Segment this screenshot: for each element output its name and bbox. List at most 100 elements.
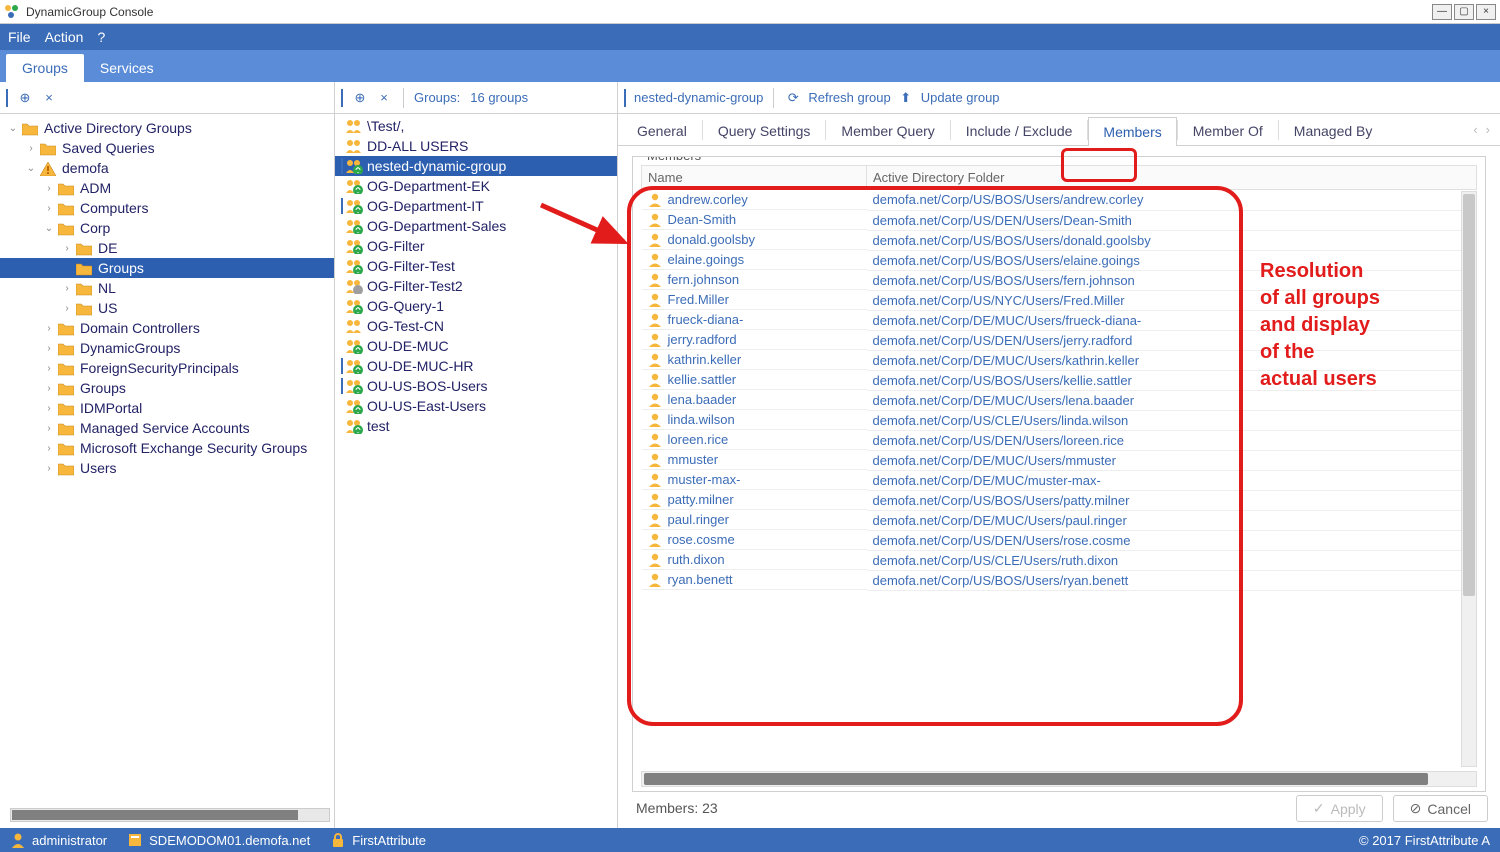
- tree-item[interactable]: ⌄demofa: [0, 158, 334, 178]
- tree-item[interactable]: ›US: [0, 298, 334, 318]
- table-row[interactable]: andrew.corleydemofa.net/Corp/US/BOS/User…: [642, 190, 1477, 211]
- expand-icon[interactable]: ›: [42, 201, 56, 215]
- table-row[interactable]: frueck-diana-demofa.net/Corp/DE/MUC/User…: [642, 310, 1477, 330]
- group-list-item[interactable]: OG-Department-EK: [335, 176, 617, 196]
- expand-icon[interactable]: ⌄: [24, 161, 38, 175]
- table-row[interactable]: elaine.goingsdemofa.net/Corp/US/BOS/User…: [642, 250, 1477, 270]
- group-list-item[interactable]: OU-US-BOS-Users: [335, 376, 617, 396]
- detail-tab[interactable]: Managed By: [1279, 116, 1388, 145]
- tree-item[interactable]: ›Groups: [0, 378, 334, 398]
- directory-tree[interactable]: ⌄Active Directory Groups›Saved Queries⌄d…: [0, 114, 334, 828]
- refresh-group-button[interactable]: Refresh group: [808, 90, 890, 105]
- expand-icon[interactable]: ›: [42, 421, 56, 435]
- members-vertical-scrollbar[interactable]: [1461, 191, 1477, 767]
- table-row[interactable]: donald.goolsbydemofa.net/Corp/US/BOS/Use…: [642, 230, 1477, 250]
- table-row[interactable]: jerry.radforddemofa.net/Corp/US/DEN/User…: [642, 330, 1477, 350]
- group-list-item[interactable]: OG-Test-CN: [335, 316, 617, 336]
- expand-icon[interactable]: ›: [42, 181, 56, 195]
- detail-tab[interactable]: Member Query: [826, 116, 949, 145]
- table-row[interactable]: kellie.sattlerdemofa.net/Corp/US/BOS/Use…: [642, 370, 1477, 390]
- column-header-name[interactable]: Name: [642, 166, 867, 190]
- tree-item[interactable]: ›Managed Service Accounts: [0, 418, 334, 438]
- group-list-item[interactable]: OG-Department-Sales: [335, 216, 617, 236]
- window-maximize-button[interactable]: ▢: [1454, 4, 1474, 20]
- tree-item[interactable]: ›NL: [0, 278, 334, 298]
- expand-icon[interactable]: ⌄: [6, 121, 20, 135]
- tab-scroll-left-icon[interactable]: ‹: [1473, 122, 1477, 137]
- groups-add-button[interactable]: ⊕: [351, 89, 369, 107]
- tree-item[interactable]: ›IDMPortal: [0, 398, 334, 418]
- tree-item[interactable]: ⌄Corp: [0, 218, 334, 238]
- tree-item[interactable]: ›ForeignSecurityPrincipals: [0, 358, 334, 378]
- members-horizontal-scrollbar[interactable]: [641, 771, 1477, 787]
- apply-button[interactable]: ✓Apply: [1296, 795, 1383, 822]
- group-list-item[interactable]: OG-Query-1: [335, 296, 617, 316]
- detail-tab[interactable]: Query Settings: [703, 116, 826, 145]
- group-list-item[interactable]: OG-Filter-Test2: [335, 276, 617, 296]
- group-list-item[interactable]: OG-Filter-Test: [335, 256, 617, 276]
- menu-help[interactable]: ?: [97, 29, 105, 45]
- group-list-item[interactable]: nested-dynamic-group: [335, 156, 617, 176]
- table-row[interactable]: rose.cosmedemofa.net/Corp/US/DEN/Users/r…: [642, 530, 1477, 550]
- column-header-folder[interactable]: Active Directory Folder: [867, 166, 1477, 190]
- tree-close-button[interactable]: ×: [40, 89, 58, 107]
- groups-list[interactable]: \Test/,DD-ALL USERSnested-dynamic-groupO…: [335, 114, 617, 828]
- top-tab-services[interactable]: Services: [84, 54, 170, 82]
- tree-item[interactable]: ›DE: [0, 238, 334, 258]
- table-row[interactable]: muster-max-demofa.net/Corp/DE/MUC/muster…: [642, 470, 1477, 490]
- group-list-item[interactable]: OG-Department-IT: [335, 196, 617, 216]
- table-row[interactable]: ruth.dixondemofa.net/Corp/US/CLE/Users/r…: [642, 550, 1477, 570]
- expand-icon[interactable]: ›: [42, 361, 56, 375]
- group-list-item[interactable]: OU-DE-MUC: [335, 336, 617, 356]
- expand-icon[interactable]: ›: [42, 341, 56, 355]
- tree-horizontal-scrollbar[interactable]: [10, 808, 330, 822]
- tree-add-button[interactable]: ⊕: [16, 89, 34, 107]
- group-list-item[interactable]: OU-DE-MUC-HR: [335, 356, 617, 376]
- group-list-item[interactable]: \Test/,: [335, 116, 617, 136]
- table-row[interactable]: Dean-Smithdemofa.net/Corp/US/DEN/Users/D…: [642, 210, 1477, 230]
- tab-scroll-right-icon[interactable]: ›: [1486, 122, 1490, 137]
- group-list-item[interactable]: test: [335, 416, 617, 436]
- expand-icon[interactable]: ›: [60, 301, 74, 315]
- expand-icon[interactable]: [60, 261, 74, 275]
- table-row[interactable]: ryan.benettdemofa.net/Corp/US/BOS/Users/…: [642, 570, 1477, 590]
- tree-item[interactable]: ›ADM: [0, 178, 334, 198]
- table-row[interactable]: paul.ringerdemofa.net/Corp/DE/MUC/Users/…: [642, 510, 1477, 530]
- table-row[interactable]: lena.baaderdemofa.net/Corp/DE/MUC/Users/…: [642, 390, 1477, 410]
- window-close-button[interactable]: ×: [1476, 4, 1496, 20]
- expand-icon[interactable]: ›: [60, 241, 74, 255]
- table-row[interactable]: mmusterdemofa.net/Corp/DE/MUC/Users/mmus…: [642, 450, 1477, 470]
- tree-item[interactable]: ›Saved Queries: [0, 138, 334, 158]
- tree-item[interactable]: ›Users: [0, 458, 334, 478]
- expand-icon[interactable]: ›: [60, 281, 74, 295]
- expand-icon[interactable]: ⌄: [42, 221, 56, 235]
- tree-item[interactable]: ›Microsoft Exchange Security Groups: [0, 438, 334, 458]
- detail-tab[interactable]: General: [622, 116, 702, 145]
- tree-item[interactable]: Groups: [0, 258, 334, 278]
- top-tab-groups[interactable]: Groups: [6, 54, 84, 82]
- table-row[interactable]: kathrin.kellerdemofa.net/Corp/DE/MUC/Use…: [642, 350, 1477, 370]
- detail-tab[interactable]: Member Of: [1178, 116, 1278, 145]
- group-list-item[interactable]: DD-ALL USERS: [335, 136, 617, 156]
- window-minimize-button[interactable]: —: [1432, 4, 1452, 20]
- group-list-item[interactable]: OU-US-East-Users: [335, 396, 617, 416]
- update-group-button[interactable]: Update group: [921, 90, 1000, 105]
- group-list-item[interactable]: OG-Filter: [335, 236, 617, 256]
- groups-close-button[interactable]: ×: [375, 89, 393, 107]
- table-row[interactable]: fern.johnsondemofa.net/Corp/US/BOS/Users…: [642, 270, 1477, 290]
- table-row[interactable]: patty.milnerdemofa.net/Corp/US/BOS/Users…: [642, 490, 1477, 510]
- expand-icon[interactable]: ›: [42, 441, 56, 455]
- tree-item[interactable]: ›DynamicGroups: [0, 338, 334, 358]
- expand-icon[interactable]: ›: [42, 401, 56, 415]
- expand-icon[interactable]: ›: [42, 461, 56, 475]
- tree-item[interactable]: ›Computers: [0, 198, 334, 218]
- tree-item[interactable]: ›Domain Controllers: [0, 318, 334, 338]
- expand-icon[interactable]: ›: [42, 381, 56, 395]
- detail-tab[interactable]: Members: [1088, 117, 1176, 146]
- tree-item[interactable]: ⌄Active Directory Groups: [0, 118, 334, 138]
- expand-icon[interactable]: ›: [42, 321, 56, 335]
- table-row[interactable]: linda.wilsondemofa.net/Corp/US/CLE/Users…: [642, 410, 1477, 430]
- expand-icon[interactable]: ›: [24, 141, 38, 155]
- table-row[interactable]: loreen.ricedemofa.net/Corp/US/DEN/Users/…: [642, 430, 1477, 450]
- table-row[interactable]: Fred.Millerdemofa.net/Corp/US/NYC/Users/…: [642, 290, 1477, 310]
